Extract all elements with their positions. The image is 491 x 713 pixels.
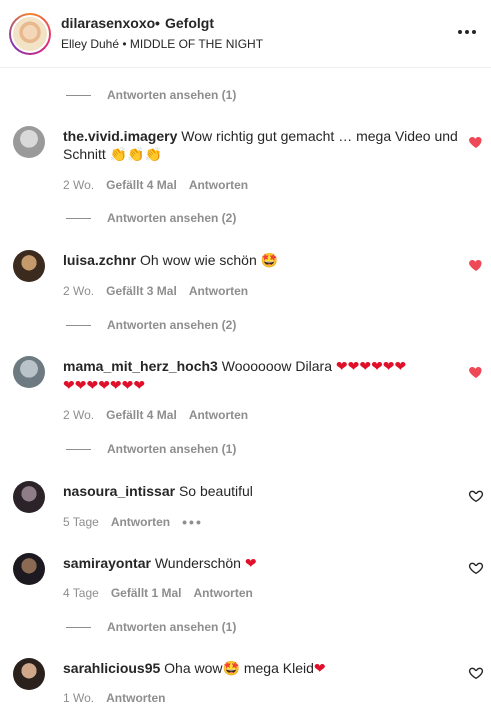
comment-meta: 4 Tage Gefällt 1 Mal Antworten: [63, 586, 253, 600]
avatar-image: [11, 15, 49, 53]
view-replies-label: Antworten ansehen (2): [107, 211, 237, 225]
comment-username[interactable]: the.vivid.imagery: [63, 128, 177, 144]
comment-content: So beautiful: [178, 483, 253, 499]
comment-content: Oha wow: [164, 660, 223, 676]
reply-divider-line: [66, 626, 91, 628]
comment-text: luisa.zchnr Oh wow wie schön 🤩: [63, 251, 458, 270]
reply-button[interactable]: Antworten: [189, 284, 248, 298]
comment-content: Woooooow Dilara: [221, 358, 332, 374]
comment-time: 2 Wo.: [63, 408, 95, 422]
avatar[interactable]: [13, 481, 45, 513]
view-replies-button[interactable]: Antworten ansehen (1): [66, 441, 236, 457]
avatar[interactable]: [13, 658, 45, 690]
comment-text: sarahlicious95 Oha wow🤩 mega Kleid❤: [63, 659, 458, 678]
comment-options-button[interactable]: •••: [182, 514, 203, 530]
view-replies-label: Antworten ansehen (1): [107, 88, 237, 102]
view-replies-button[interactable]: Antworten ansehen (1): [66, 619, 236, 635]
avatar[interactable]: [13, 126, 45, 158]
star-struck-emoji: 🤩: [260, 253, 279, 269]
heart-outline-icon[interactable]: [468, 665, 484, 681]
reply-divider-line: [66, 448, 91, 450]
comment-content: Oh wow wie schön: [140, 252, 257, 268]
red-heart-emoji: ❤: [244, 556, 257, 572]
comment-username[interactable]: samirayontar: [63, 555, 151, 571]
comment-time: 2 Wo.: [63, 284, 95, 298]
more-options-button[interactable]: [455, 24, 479, 40]
comment-time: 1 Wo.: [63, 691, 95, 705]
heart-outline-icon[interactable]: [468, 560, 484, 576]
heart-outline-icon[interactable]: [468, 488, 484, 504]
comment-meta: 2 Wo. Gefällt 3 Mal Antworten: [63, 284, 248, 298]
comment-text: mama_mit_herz_hoch3 Woooooow Dilara ❤❤❤❤…: [63, 357, 458, 395]
audio-track-link[interactable]: Elley Duhé • MIDDLE OF THE NIGHT: [61, 37, 263, 51]
comment-text: nasoura_intissar So beautiful: [63, 482, 458, 500]
heart-filled-icon[interactable]: [468, 134, 484, 150]
avatar[interactable]: [13, 356, 45, 388]
likes-count[interactable]: Gefällt 1 Mal: [111, 586, 182, 600]
comment-time: 4 Tage: [63, 586, 99, 600]
comment-content-2: mega Kleid: [243, 660, 314, 676]
red-heart-emojis-line1: ❤❤❤❤❤❤: [335, 359, 407, 375]
reply-divider-line: [66, 217, 91, 219]
likes-count[interactable]: Gefällt 3 Mal: [106, 284, 177, 298]
comment-username[interactable]: nasoura_intissar: [63, 483, 175, 499]
post-header: dilarasenxoxo • Gefolgt Elley Duhé • MID…: [0, 0, 491, 68]
heart-filled-icon[interactable]: [468, 257, 484, 273]
red-heart-emoji: ❤: [313, 661, 326, 677]
header-username[interactable]: dilarasenxoxo: [61, 15, 155, 31]
reply-button[interactable]: Antworten: [189, 408, 248, 422]
heart-filled-icon[interactable]: [468, 364, 484, 380]
clap-emoji: 👏👏👏: [109, 147, 162, 163]
comment-meta: 1 Wo. Antworten: [63, 691, 165, 705]
comment-content: Wunderschön: [154, 555, 241, 571]
view-replies-label: Antworten ansehen (2): [107, 318, 237, 332]
view-replies-button[interactable]: Antworten ansehen (1): [66, 87, 236, 103]
view-replies-button[interactable]: Antworten ansehen (2): [66, 317, 236, 333]
comment-username[interactable]: sarahlicious95: [63, 660, 160, 676]
dot: [465, 30, 469, 34]
view-replies-button[interactable]: Antworten ansehen (2): [66, 210, 236, 226]
more-horizontal-icon: [458, 30, 462, 34]
view-replies-label: Antworten ansehen (1): [107, 620, 237, 634]
star-struck-emoji: 🤩: [222, 661, 240, 677]
red-heart-emojis-line2: ❤❤❤❤❤❤❤: [63, 378, 146, 394]
reply-button[interactable]: Antworten: [194, 586, 253, 600]
likes-count[interactable]: Gefällt 4 Mal: [106, 408, 177, 422]
reply-divider-line: [66, 324, 91, 326]
view-replies-label: Antworten ansehen (1): [107, 442, 237, 456]
comment-time: 2 Wo.: [63, 178, 95, 192]
reply-button[interactable]: Antworten: [189, 178, 248, 192]
reply-button[interactable]: Antworten: [111, 515, 170, 529]
avatar[interactable]: [13, 553, 45, 585]
comment-meta: 2 Wo. Gefällt 4 Mal Antworten: [63, 178, 248, 192]
comment-meta: 5 Tage Antworten •••: [63, 514, 203, 530]
dot: [472, 30, 476, 34]
header-separator: •: [155, 15, 160, 31]
comment-meta: 2 Wo. Gefällt 4 Mal Antworten: [63, 408, 248, 422]
follow-button[interactable]: Gefolgt: [165, 15, 214, 31]
comment-username[interactable]: luisa.zchnr: [63, 252, 136, 268]
likes-count[interactable]: Gefällt 4 Mal: [106, 178, 177, 192]
comment-time: 5 Tage: [63, 515, 99, 529]
comment-text: the.vivid.imagery Wow richtig gut gemach…: [63, 127, 458, 164]
profile-avatar[interactable]: [9, 13, 51, 55]
reply-divider-line: [66, 94, 91, 96]
avatar[interactable]: [13, 250, 45, 282]
comment-text: samirayontar Wunderschön ❤: [63, 554, 458, 573]
comment-username[interactable]: mama_mit_herz_hoch3: [63, 358, 218, 374]
reply-button[interactable]: Antworten: [106, 691, 165, 705]
